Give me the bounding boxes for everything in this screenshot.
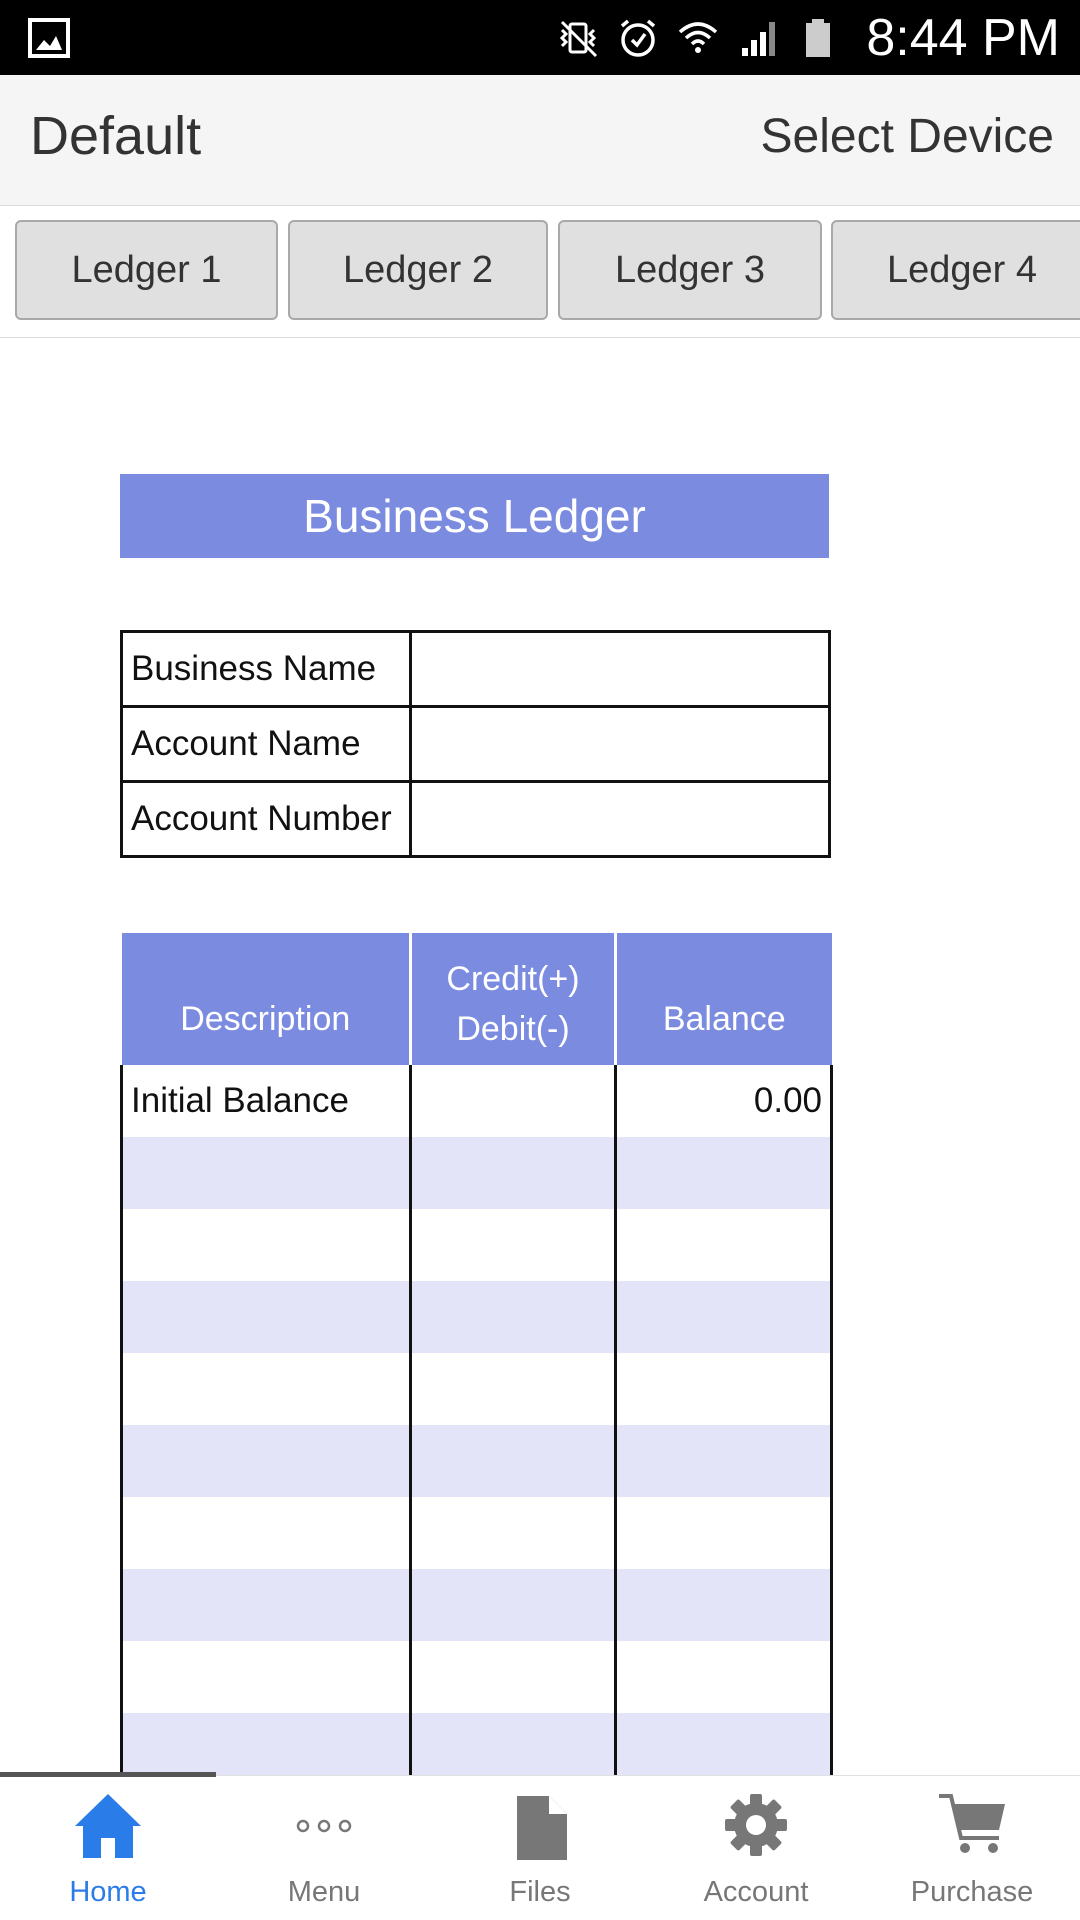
table-row: Initial Balance 0.00 bbox=[120, 1065, 833, 1137]
ledger-title: Business Ledger bbox=[120, 474, 829, 558]
nav-menu-label: Menu bbox=[287, 1876, 361, 1908]
bottom-navigation: Home Menu Files Account Purchase bbox=[0, 1772, 1080, 1920]
account-name-field[interactable] bbox=[409, 705, 831, 783]
credit-debit-cell[interactable] bbox=[409, 1569, 617, 1641]
status-bar: 8:44 PM bbox=[0, 0, 1080, 75]
battery-icon bbox=[806, 18, 831, 57]
description-cell[interactable] bbox=[120, 1281, 412, 1353]
info-row: Business Name bbox=[120, 630, 831, 708]
credit-debit-cell[interactable] bbox=[409, 1497, 617, 1569]
balance-cell bbox=[614, 1425, 833, 1497]
nav-files[interactable]: Files bbox=[432, 1776, 648, 1920]
top-bar: Default Select Device bbox=[0, 75, 1080, 206]
nav-purchase-label: Purchase bbox=[910, 1876, 1034, 1908]
credit-label: Credit(+) bbox=[446, 960, 580, 998]
balance-cell: 0.00 bbox=[614, 1065, 833, 1137]
balance-cell bbox=[614, 1209, 833, 1281]
credit-debit-cell[interactable] bbox=[409, 1425, 617, 1497]
balance-cell bbox=[614, 1497, 833, 1569]
column-header-credit-debit: Credit(+) Debit(-) bbox=[410, 933, 617, 1065]
debit-label: Debit(-) bbox=[456, 1010, 570, 1048]
description-cell[interactable]: Initial Balance bbox=[120, 1065, 412, 1137]
cart-icon bbox=[939, 1794, 1005, 1853]
file-icon bbox=[517, 1796, 567, 1860]
table-row bbox=[120, 1281, 833, 1353]
credit-debit-cell[interactable] bbox=[409, 1353, 617, 1425]
tab-ledger-3[interactable]: Ledger 3 bbox=[558, 220, 822, 320]
credit-debit-cell[interactable] bbox=[409, 1641, 617, 1713]
home-icon bbox=[75, 1794, 141, 1858]
account-number-label: Account Number bbox=[120, 780, 412, 858]
table-row bbox=[120, 1209, 833, 1281]
balance-cell bbox=[614, 1137, 833, 1209]
table-row bbox=[120, 1641, 833, 1713]
nav-home[interactable]: Home bbox=[0, 1776, 216, 1920]
credit-debit-cell[interactable] bbox=[409, 1065, 617, 1137]
table-row bbox=[120, 1497, 833, 1569]
nav-home-label: Home bbox=[69, 1876, 147, 1908]
description-cell[interactable] bbox=[120, 1425, 412, 1497]
status-time: 8:44 PM bbox=[866, 8, 1060, 67]
table-row bbox=[120, 1425, 833, 1497]
credit-debit-cell[interactable] bbox=[409, 1209, 617, 1281]
business-name-field[interactable] bbox=[409, 630, 831, 708]
gear-icon bbox=[725, 1794, 787, 1856]
business-name-label: Business Name bbox=[120, 630, 412, 708]
tab-ledger-4[interactable]: Ledger 4 bbox=[831, 220, 1080, 320]
column-header-description: Description bbox=[121, 933, 412, 1065]
credit-debit-cell[interactable] bbox=[409, 1281, 617, 1353]
balance-cell bbox=[614, 1353, 833, 1425]
credit-debit-cell[interactable] bbox=[409, 1137, 617, 1209]
nav-files-label: Files bbox=[509, 1876, 571, 1908]
description-cell[interactable] bbox=[120, 1497, 412, 1569]
nav-account-label: Account bbox=[703, 1876, 809, 1908]
info-row: Account Number bbox=[120, 780, 831, 858]
info-row: Account Name bbox=[120, 705, 831, 783]
gallery-icon bbox=[28, 18, 70, 58]
select-device-button[interactable]: Select Device bbox=[761, 109, 1054, 164]
balance-cell bbox=[614, 1281, 833, 1353]
page-title: Default bbox=[30, 106, 202, 166]
alarm-icon bbox=[621, 19, 656, 57]
more-icon bbox=[296, 1819, 352, 1833]
ledger-tabs: Ledger 1 Ledger 2 Ledger 3 Ledger 4 bbox=[0, 206, 1080, 338]
nav-purchase[interactable]: Purchase bbox=[864, 1776, 1080, 1920]
balance-cell bbox=[614, 1641, 833, 1713]
account-number-field[interactable] bbox=[409, 780, 831, 858]
description-cell[interactable] bbox=[120, 1641, 412, 1713]
ledger-table: Description Credit(+) Debit(-) Balance I… bbox=[120, 933, 833, 1785]
description-cell[interactable] bbox=[120, 1353, 412, 1425]
balance-cell bbox=[614, 1569, 833, 1641]
table-row bbox=[120, 1137, 833, 1209]
table-row bbox=[120, 1569, 833, 1641]
business-info-table: Business Name Account Name Account Numbe… bbox=[120, 630, 831, 858]
column-header-balance: Balance bbox=[615, 933, 832, 1065]
ledger-header-row: Description Credit(+) Debit(-) Balance bbox=[121, 933, 832, 1065]
nav-account[interactable]: Account bbox=[648, 1776, 864, 1920]
table-row bbox=[120, 1353, 833, 1425]
signal-icon bbox=[742, 21, 776, 56]
tab-ledger-1[interactable]: Ledger 1 bbox=[15, 220, 278, 320]
tab-ledger-2[interactable]: Ledger 2 bbox=[288, 220, 548, 320]
nav-menu[interactable]: Menu bbox=[216, 1776, 432, 1920]
description-cell[interactable] bbox=[120, 1137, 412, 1209]
vibrate-mute-icon bbox=[560, 20, 598, 57]
description-cell[interactable] bbox=[120, 1209, 412, 1281]
account-name-label: Account Name bbox=[120, 705, 412, 783]
wifi-icon bbox=[679, 21, 718, 53]
description-cell[interactable] bbox=[120, 1569, 412, 1641]
